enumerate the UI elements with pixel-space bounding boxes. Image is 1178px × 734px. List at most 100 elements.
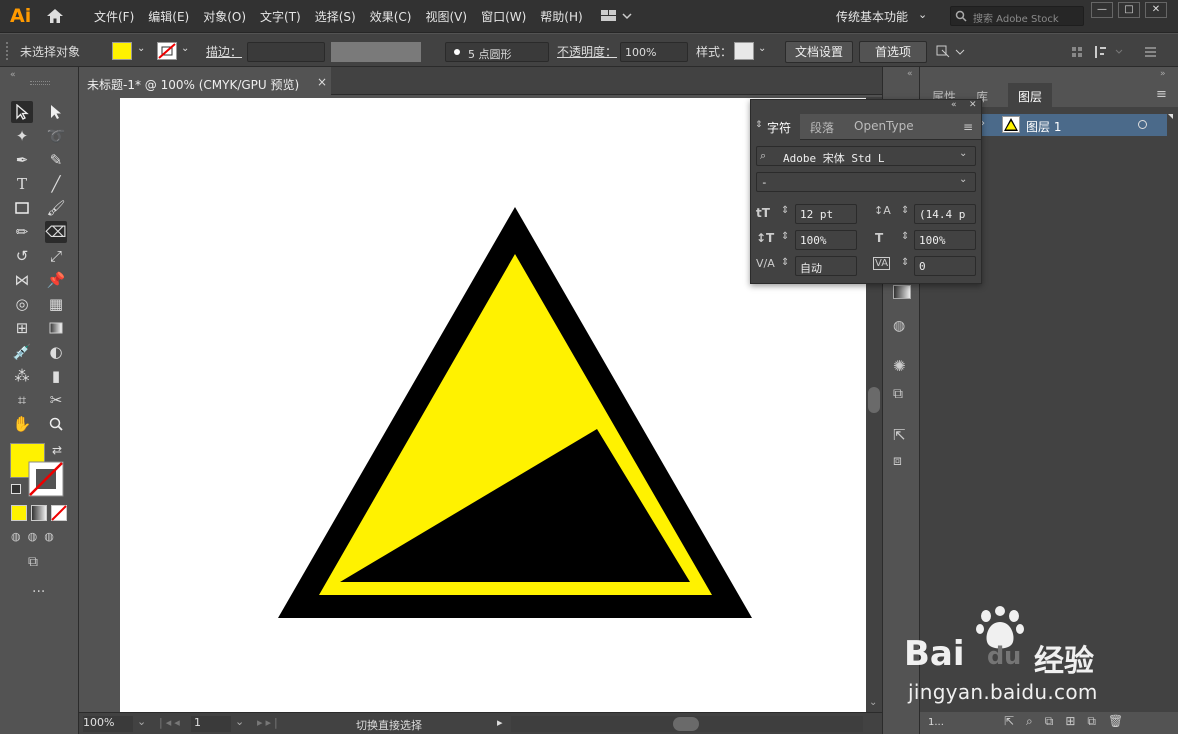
- grip-handle[interactable]: [6, 42, 10, 60]
- expand-icon[interactable]: «: [907, 69, 913, 79]
- leading-field[interactable]: (14.4 p: [914, 204, 976, 224]
- stroke-none-swatch[interactable]: [157, 42, 177, 60]
- tab-layers[interactable]: 图层: [1008, 83, 1053, 107]
- menu-edit[interactable]: 编辑(E): [148, 8, 189, 25]
- hand-tool-icon[interactable]: ✋: [11, 413, 33, 435]
- shaper-tool-icon[interactable]: ✏: [11, 221, 33, 243]
- stepper-icon[interactable]: ⇕: [781, 205, 789, 216]
- stepper-icon[interactable]: ⇕: [781, 257, 789, 268]
- stroke-label[interactable]: 描边：: [206, 43, 242, 60]
- tab-opentype[interactable]: OpenType: [845, 114, 923, 140]
- magic-wand-tool-icon[interactable]: ✦: [11, 125, 33, 147]
- pen-tool-icon[interactable]: ✒: [11, 149, 33, 171]
- chevron-down-icon[interactable]: ⌄: [758, 43, 766, 54]
- curvature-tool-icon[interactable]: ✎: [45, 149, 67, 171]
- menu-window[interactable]: 窗口(W): [481, 8, 526, 25]
- mesh-tool-icon[interactable]: ⊞: [11, 317, 33, 339]
- scroll-thumb[interactable]: [868, 387, 880, 413]
- tab-paragraph[interactable]: 段落: [801, 114, 843, 140]
- eraser-tool-icon[interactable]: ⌫: [45, 221, 67, 243]
- more-tools-icon[interactable]: ···: [32, 584, 45, 600]
- opacity-field[interactable]: 100%: [620, 42, 688, 62]
- home-icon[interactable]: [46, 8, 64, 24]
- chevron-down-icon[interactable]: ⌄: [137, 715, 146, 728]
- arrange-documents-icon[interactable]: [601, 9, 633, 23]
- zoom-field[interactable]: 100%: [83, 716, 133, 732]
- menu-select[interactable]: 选择(S): [315, 8, 356, 25]
- eyedropper-tool-icon[interactable]: 💉: [11, 341, 33, 363]
- chevron-down-icon[interactable]: ⌄: [181, 43, 189, 54]
- artboards-panel-icon[interactable]: ⧈: [893, 453, 902, 469]
- artboard-nav-prev[interactable]: |◂◂: [159, 716, 183, 729]
- chevron-down-icon[interactable]: ⌄: [235, 715, 244, 728]
- preferences-button[interactable]: 首选项: [859, 41, 927, 63]
- horizontal-scale-field[interactable]: 100%: [914, 230, 976, 250]
- vertical-scale-field[interactable]: 100%: [795, 230, 857, 250]
- none-mode-button[interactable]: [51, 505, 67, 521]
- gradient-tool-icon[interactable]: [45, 317, 67, 339]
- lasso-tool-icon[interactable]: ➰: [45, 125, 67, 147]
- arrange-icon[interactable]: [936, 44, 966, 60]
- artboard-tool-icon[interactable]: ⌗: [11, 389, 33, 411]
- kerning-field[interactable]: 自动: [795, 256, 857, 276]
- canvas-area[interactable]: [79, 97, 866, 712]
- artboard-nav-next[interactable]: ▸▸|: [257, 716, 281, 729]
- document-setup-button[interactable]: 文档设置: [785, 41, 853, 63]
- appearance-panel-icon[interactable]: ✺: [893, 357, 906, 375]
- opacity-label[interactable]: 不透明度：: [557, 43, 617, 60]
- close-icon[interactable]: ✕: [969, 100, 977, 110]
- rotate-tool-icon[interactable]: ↺: [11, 245, 33, 267]
- perspective-grid-tool-icon[interactable]: ▦: [45, 293, 67, 315]
- line-tool-icon[interactable]: ╱: [45, 173, 67, 195]
- menu-effect[interactable]: 效果(C): [370, 8, 412, 25]
- status-text[interactable]: 切换直接选择: [356, 717, 422, 733]
- stock-search-input[interactable]: 搜索 Adobe Stock: [950, 6, 1084, 26]
- stepper-icon[interactable]: ⇕: [901, 205, 909, 216]
- document-tab-title[interactable]: 未标题-1* @ 100% (CMYK/GPU 预览): [87, 76, 299, 93]
- status-menu-arrow[interactable]: ▸: [497, 716, 503, 729]
- blend-tool-icon[interactable]: ◐: [45, 341, 67, 363]
- symbol-sprayer-tool-icon[interactable]: ⁂: [11, 365, 33, 387]
- direct-selection-tool-icon[interactable]: [45, 101, 67, 123]
- scale-tool-icon[interactable]: ⤢: [45, 245, 67, 267]
- menu-view[interactable]: 视图(V): [425, 8, 467, 25]
- transparency-panel-icon[interactable]: ◍: [893, 318, 905, 334]
- panel-menu-icon[interactable]: ≡: [1156, 87, 1167, 102]
- stepper-icon[interactable]: ⇕: [901, 257, 909, 268]
- layer-target-icon[interactable]: [1138, 120, 1147, 129]
- rectangle-tool-icon[interactable]: [11, 197, 33, 219]
- column-graph-tool-icon[interactable]: ▮: [45, 365, 67, 387]
- stroke-color-box[interactable]: [28, 461, 64, 497]
- layer-footer-icons[interactable]: ⇱⌕⧉⊞⧉🗑: [1004, 714, 1135, 729]
- gradient-panel-icon[interactable]: [893, 285, 911, 299]
- swap-colors-icon[interactable]: ⇄: [52, 443, 62, 457]
- screen-mode-icon[interactable]: ⧉: [28, 554, 38, 570]
- slice-tool-icon[interactable]: ✂: [45, 389, 67, 411]
- chevron-down-icon[interactable]: ⌄: [137, 43, 145, 54]
- menu-file[interactable]: 文件(F): [94, 8, 134, 25]
- menu-help[interactable]: 帮助(H): [540, 8, 582, 25]
- font-family-select[interactable]: Adobe 宋体 Std L: [756, 146, 976, 166]
- width-tool-icon[interactable]: ⋈: [11, 269, 33, 291]
- collapse-icon[interactable]: «: [951, 100, 957, 110]
- paintbrush-tool-icon[interactable]: 🖌: [45, 197, 67, 219]
- chevron-down-icon[interactable]: ⌄: [918, 8, 927, 21]
- align-icons[interactable]: [1070, 44, 1170, 60]
- type-tool-icon[interactable]: T: [11, 173, 33, 195]
- chevron-down-icon[interactable]: ⌄: [959, 148, 967, 159]
- stroke-weight-field[interactable]: [247, 42, 325, 62]
- zoom-tool-icon[interactable]: [45, 413, 67, 435]
- menu-type[interactable]: 文字(T): [260, 8, 301, 25]
- grip-handle[interactable]: [30, 81, 50, 85]
- close-tab-icon[interactable]: ×: [317, 75, 327, 89]
- maximize-button[interactable]: □: [1118, 2, 1140, 18]
- panel-menu-icon[interactable]: ≡: [963, 120, 973, 134]
- minimize-button[interactable]: —: [1091, 2, 1113, 18]
- puppet-warp-tool-icon[interactable]: 📌: [45, 269, 67, 291]
- drawing-modes-icon[interactable]: ◍◍◍: [11, 530, 61, 543]
- stepper-icon[interactable]: ⇕: [901, 231, 909, 242]
- graphic-styles-panel-icon[interactable]: ⧉: [893, 386, 903, 402]
- gradient-mode-button[interactable]: [31, 505, 47, 521]
- chevron-down-icon[interactable]: ⌄: [959, 174, 967, 185]
- variable-width-profile[interactable]: [331, 42, 421, 62]
